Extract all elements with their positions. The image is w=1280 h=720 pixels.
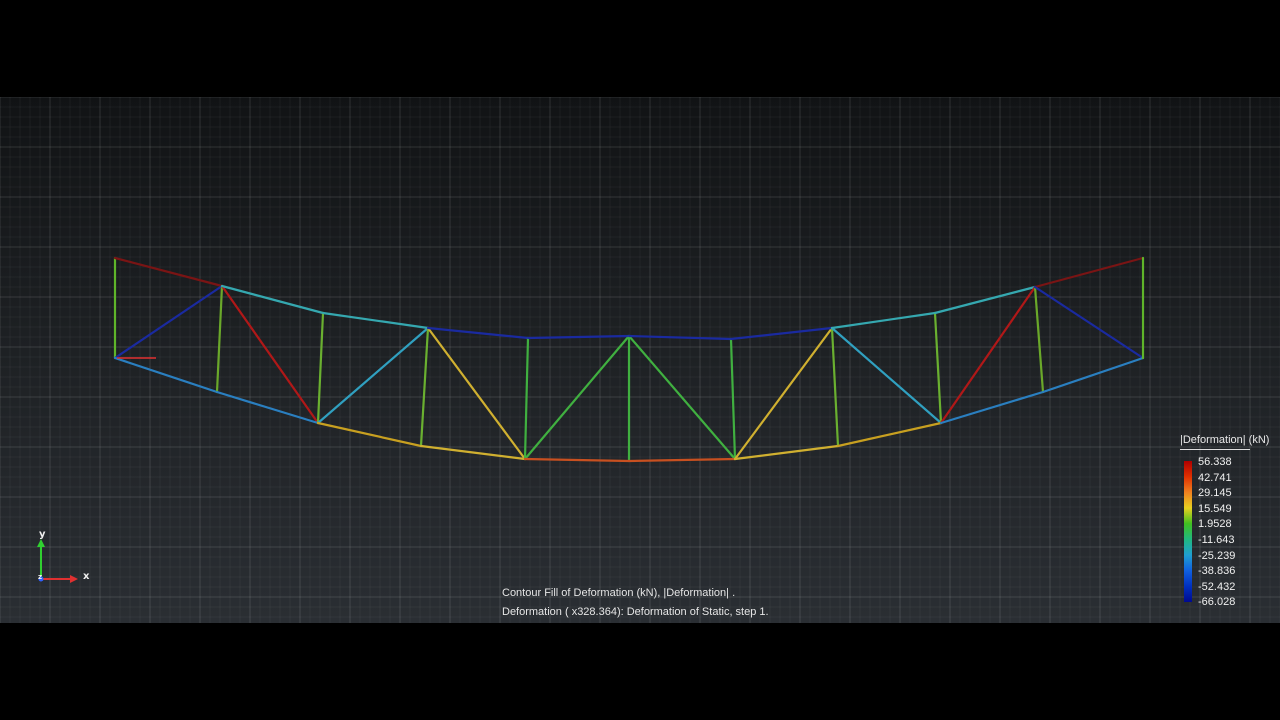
truss-member-t6-t7[interactable]: [729, 326, 834, 341]
legend-value: 1.9528: [1198, 518, 1232, 531]
caption-line-2: Deformation ( x328.364): Deformation of …: [502, 606, 769, 618]
legend-value: -66.028: [1198, 596, 1236, 609]
truss-member-b6-b7[interactable]: [733, 444, 840, 461]
truss-member-b7-b8[interactable]: [836, 421, 943, 448]
legend-value: 42.741: [1198, 471, 1232, 484]
truss-member-t9-b10[interactable]: [1033, 285, 1145, 360]
legend-color-bar: [1184, 461, 1192, 602]
truss-member-t8-b8[interactable]: [933, 311, 943, 425]
truss-member-t7-b7[interactable]: [830, 326, 840, 448]
truss-member-t1-b2[interactable]: [220, 284, 320, 425]
legend-value: -52.432: [1198, 580, 1236, 593]
truss-member-t2-b2[interactable]: [316, 311, 325, 425]
legend-value: 29.145: [1198, 487, 1232, 500]
truss-member-b0-b1[interactable]: [113, 356, 219, 394]
truss-member-t3-t4[interactable]: [426, 326, 530, 340]
truss-member-t3-b3[interactable]: [419, 326, 430, 448]
legend-value: 15.549: [1198, 502, 1232, 515]
truss-member-b6-t7[interactable]: [733, 326, 834, 461]
y-axis-arrowhead: [37, 539, 45, 547]
truss-member-b8-b9[interactable]: [939, 390, 1045, 425]
truss-member-b1-b2[interactable]: [215, 390, 320, 425]
truss-member-b3-b4[interactable]: [419, 444, 527, 461]
truss-member-b5-b6[interactable]: [627, 457, 737, 463]
legend-value: 56.338: [1198, 456, 1232, 468]
truss-member-t2-t3[interactable]: [321, 311, 430, 330]
legend-value: -25.239: [1198, 549, 1236, 562]
truss-member-t9-t10[interactable]: [1033, 256, 1145, 289]
x-axis-label: x: [83, 571, 90, 582]
z-axis-label: z: [38, 573, 42, 581]
y-axis-label: y: [39, 529, 46, 540]
truss-member-b4-b5[interactable]: [523, 457, 631, 463]
truss-member-b0-t1[interactable]: [113, 284, 224, 360]
truss-model[interactable]: [0, 97, 1280, 623]
model-viewport[interactable]: y x z |Deformation| (kN) 56.338 42.741 29.…: [0, 97, 1280, 623]
truss-member-t5-t6[interactable]: [627, 334, 733, 341]
truss-member-t7-b8[interactable]: [830, 326, 943, 425]
legend-title-underline: [1180, 449, 1250, 450]
truss-member-t5-b6[interactable]: [627, 334, 737, 461]
legend-title: |Deformation| (kN): [1180, 434, 1270, 446]
truss-member-t6-b6[interactable]: [729, 337, 737, 461]
truss-member-t4-b4[interactable]: [523, 336, 530, 461]
truss-member-t7-t8[interactable]: [830, 311, 937, 330]
legend-value: -38.836: [1198, 565, 1236, 578]
truss-member-b2-t3[interactable]: [316, 326, 430, 425]
x-axis-arrowhead: [70, 575, 78, 583]
truss-member-b9-b10[interactable]: [1041, 356, 1145, 394]
truss-member-t4-t5[interactable]: [526, 334, 631, 340]
truss-member-t9-b9[interactable]: [1033, 285, 1045, 394]
truss-member-b4-t5[interactable]: [523, 334, 631, 461]
contour-legend: |Deformation| (kN) 56.338 42.741 29.145 15.…: [1176, 434, 1280, 614]
caption-line-1: Contour Fill of Deformation (kN), |Defor…: [502, 587, 736, 599]
truss-member-t0-t1[interactable]: [113, 256, 224, 288]
truss-member-t3-b4[interactable]: [426, 326, 527, 461]
legend-value: -11.643: [1198, 534, 1235, 546]
axis-triad: y x z: [37, 529, 90, 583]
truss-member-t1-b1[interactable]: [215, 284, 224, 394]
truss-member-b2-b3[interactable]: [316, 421, 423, 448]
